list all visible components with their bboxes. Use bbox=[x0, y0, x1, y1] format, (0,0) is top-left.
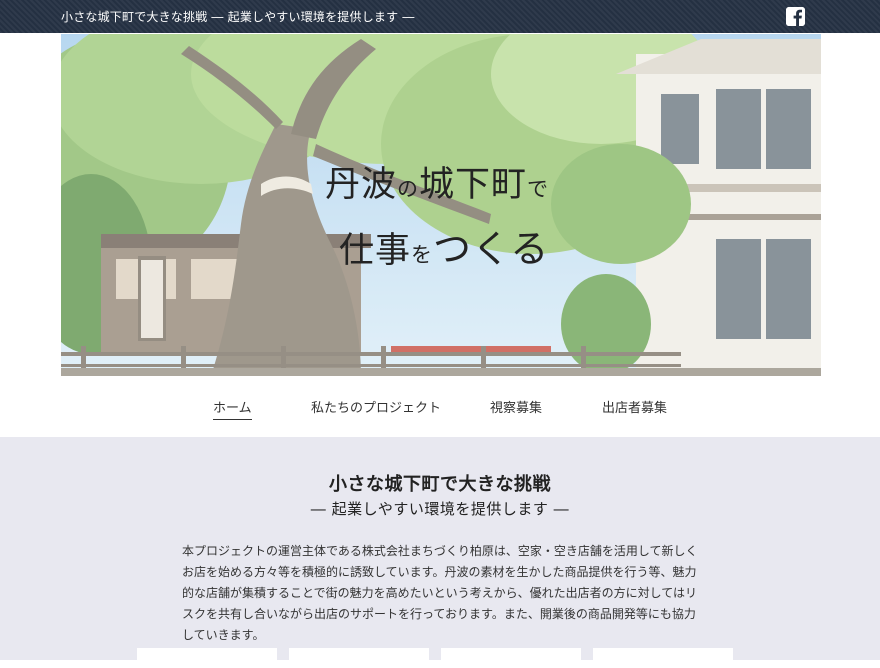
section-subheading: ― 起業しやすい環境を提供します ― bbox=[310, 500, 570, 518]
hero-text: 丹波 bbox=[325, 165, 398, 205]
card-preview[interactable] bbox=[441, 648, 581, 668]
intro-section: 小さな城下町で大きな挑戦 ― 起業しやすい環境を提供します ― 本プロジェクトの… bbox=[0, 437, 880, 668]
hero-text: 仕事 bbox=[339, 231, 412, 271]
hero-catchphrase-line1: 丹波の城下町で bbox=[325, 156, 549, 207]
nav-item-tour-recruitment[interactable]: 視察募集 bbox=[490, 397, 542, 419]
hero-text: で bbox=[527, 177, 550, 201]
hero-text: つくる bbox=[433, 227, 550, 271]
section-heading: 小さな城下町で大きな挑戦 bbox=[329, 474, 551, 495]
intro-paragraph: 本プロジェクトの運営主体である株式会社まちづくり柏原は、空家・空き店舗を活用して… bbox=[182, 544, 698, 642]
hero-text: 城下町 bbox=[419, 165, 528, 205]
nav-item-tenant-recruitment[interactable]: 出店者募集 bbox=[602, 397, 667, 419]
facebook-icon[interactable] bbox=[786, 7, 805, 26]
main-navigation: ホーム 私たちのプロジェクト 視察募集 出店者募集 bbox=[0, 376, 880, 437]
hero-text: を bbox=[411, 243, 434, 267]
nav-item-projects[interactable]: 私たちのプロジェクト bbox=[311, 397, 441, 419]
hero-text: の bbox=[397, 177, 420, 201]
hero-catchphrase-line2: 仕事をつくる bbox=[339, 218, 549, 273]
nav-item-home[interactable]: ホーム bbox=[213, 397, 252, 420]
site-tagline: 小さな城下町で大きな挑戦 ― 起業しやすい環境を提供します ― bbox=[61, 10, 415, 24]
card-preview[interactable] bbox=[593, 648, 733, 668]
hero-banner: 丹波の城下町で 仕事をつくる bbox=[61, 34, 821, 376]
top-bar: 小さな城下町で大きな挑戦 ― 起業しやすい環境を提供します ― bbox=[0, 0, 880, 33]
card-preview[interactable] bbox=[137, 648, 277, 668]
card-preview[interactable] bbox=[289, 648, 429, 668]
